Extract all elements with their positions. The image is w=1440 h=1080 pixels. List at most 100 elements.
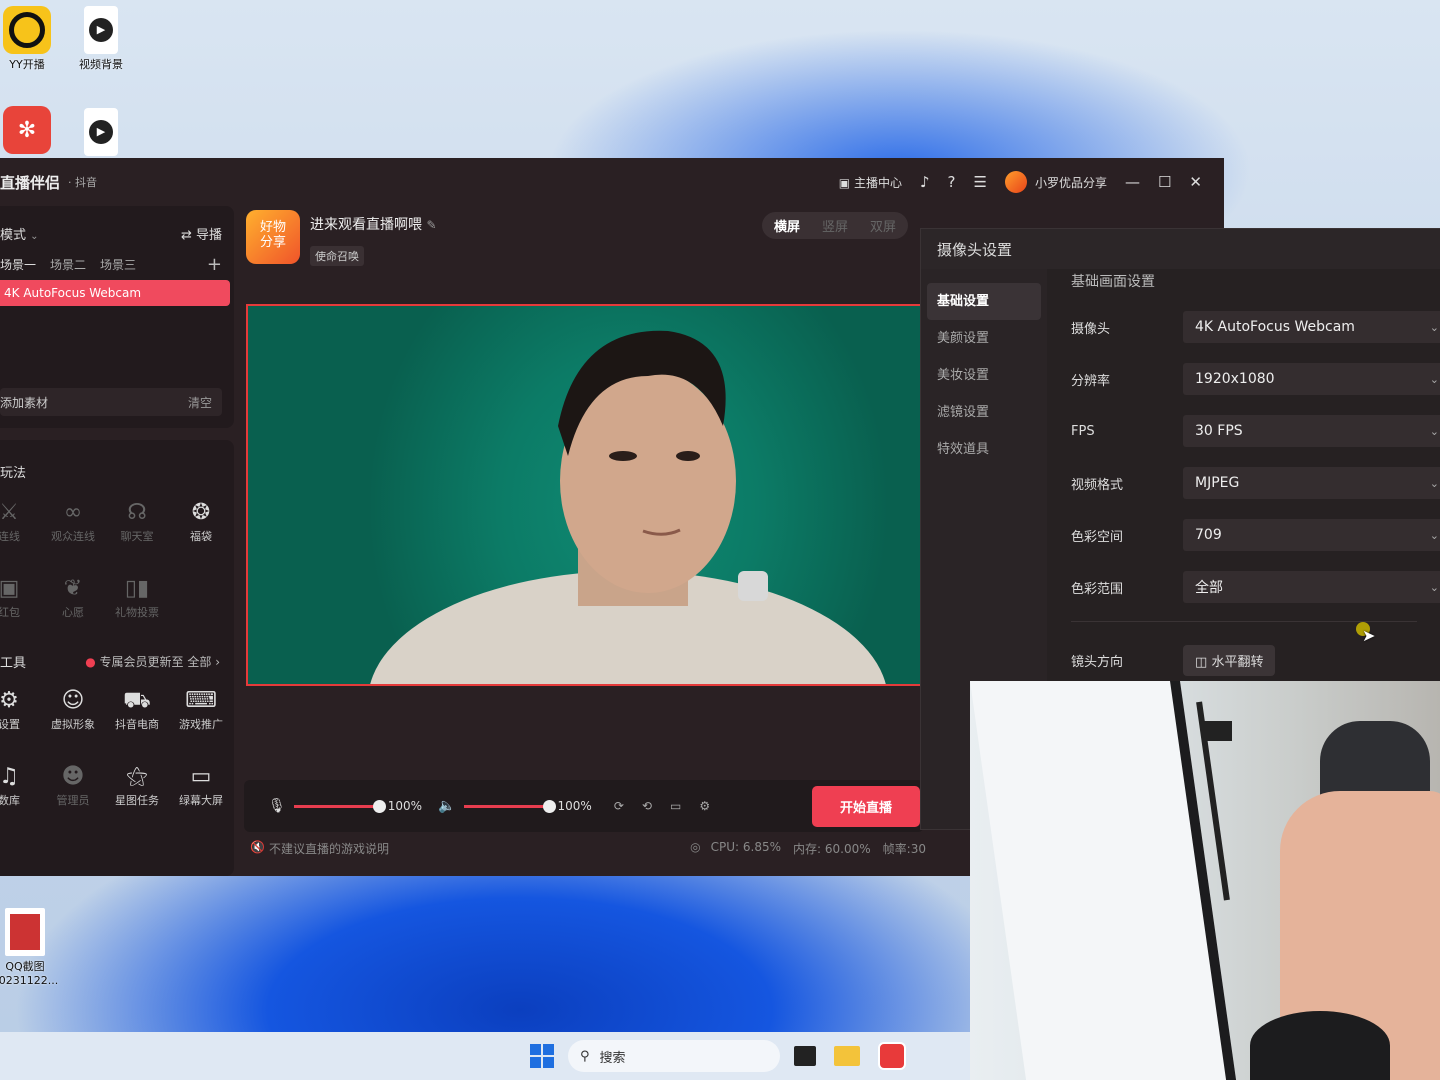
tool-admin[interactable]: ☻ 管理员 [42,762,104,838]
mic-volume-slider[interactable] [293,799,386,813]
camera-select[interactable]: 4K AutoFocus Webcam ⌄ [1183,311,1440,343]
user-profile[interactable]: 小罗优品分享 [1004,171,1107,193]
desktop-icon-yy[interactable]: YY开播 [0,6,62,72]
performance-icon: ◎ [690,840,701,854]
tab-scene-1[interactable]: 场景一 [0,256,36,273]
anchor-center-label: 主播中心 [853,175,902,190]
tool-settings[interactable]: ⚙ 设置 [0,686,40,762]
avatar [1004,171,1027,193]
desktop-icon-video-2[interactable]: ▶ [66,108,136,158]
tab-scene-2[interactable]: 场景二 [50,256,86,273]
taskbar-search[interactable]: ⚲ 搜索 [568,1040,780,1072]
source-item-webcam[interactable]: 4K AutoFocus Webcam [0,280,230,306]
game-note-link[interactable]: 不建议直播的游戏说明 [269,840,389,857]
speaker-icon[interactable]: 🔈 [438,798,455,814]
field-camera: 摄像头 4K AutoFocus Webcam ⌄ [1071,311,1440,343]
color-range-select[interactable]: 全部 ⌄ [1183,571,1440,603]
add-scene-icon[interactable]: + [207,254,222,275]
slider-knob[interactable] [542,799,556,813]
chevron-down-icon: ⌄ [1429,580,1439,594]
search-placeholder: 搜索 [599,1050,626,1066]
video-format-select[interactable]: MJPEG ⌄ [1183,467,1440,499]
field-video-format: 视频格式 MJPEG ⌄ [1071,467,1440,499]
flip-icon: ◫ [1195,654,1208,670]
scene-panel: 模式 ⌄ ⇄ 导播 场景一 场景二 场景三 + 4K AutoFocus Web… [0,206,234,428]
resolution-select[interactable]: 1920x1080 ⌄ [1183,363,1440,395]
chat-icon: ☊ [127,500,147,525]
tool-virtual-avatar[interactable]: ☺ 虚拟形象 [42,686,104,762]
microphone-icon[interactable]: 🎙 [268,798,286,814]
category-tag[interactable]: 使命召唤 [310,246,364,266]
menu-icon[interactable]: ☰ [974,173,987,191]
file-explorer-icon[interactable] [834,1046,860,1066]
tab-portrait[interactable]: 竖屏 [822,216,848,235]
nav-beauty[interactable]: 美颜设置 [921,320,1047,357]
tab-scene-3[interactable]: 场景三 [100,256,136,273]
horizontal-flip-button[interactable]: ◫ 水平翻转 [1183,644,1276,676]
tool-chatroom[interactable]: ☊ 聊天室 [106,498,168,574]
slider-knob[interactable] [372,799,386,813]
nav-makeup[interactable]: 美妆设置 [921,357,1047,394]
anchor-center-link[interactable]: ▣ 主播中心 [839,174,902,191]
rotate-icon[interactable]: ⟲ [642,799,652,813]
director-label: 导播 [195,228,222,243]
mode-selector[interactable]: 模式 ⌄ [0,224,39,243]
tool-lucky-bag[interactable]: ❂ 福袋 [170,498,232,574]
chevron-down-icon: ⌄ [1429,528,1439,542]
field-label: FPS [1071,423,1095,439]
speaker-volume-slider[interactable] [463,799,556,813]
tool-wish[interactable]: ❦ 心愿 [42,574,104,650]
color-space-select[interactable]: 709 ⌄ [1183,519,1440,551]
camera-icon[interactable]: ▭ [670,799,681,813]
app-name: 直播伴侣 [0,173,61,192]
refresh-icon[interactable]: ⟳ [614,799,624,813]
desktop-icon-qq-screenshot[interactable]: QQ截图 20231122... [0,908,60,987]
gamepad-icon: ⌨ [185,688,217,713]
task-view-icon[interactable] [794,1046,816,1066]
desktop-icon-label: QQ截图 20231122... [0,960,59,987]
desktop-icon-label: 视频背景 [79,58,123,71]
add-material-bar[interactable]: 添加素材 清空 [0,388,222,416]
tool-red-packet[interactable]: ▣ 红包 [0,574,40,650]
director-button[interactable]: ⇄ 导播 [181,224,222,243]
tool-star-task[interactable]: ⚝ 星图任务 [106,762,168,838]
member-update-link[interactable]: ● 专属会员更新至 全部 › [85,653,220,670]
stream-title[interactable]: 进来观看直播啊喂 ✎ [310,214,437,234]
camera-preview[interactable] [246,304,922,686]
live-app-taskbar-icon[interactable] [878,1042,906,1070]
fps-select[interactable]: 30 FPS ⌄ [1183,415,1440,447]
tab-dual[interactable]: 双屏 [870,216,896,235]
video-file-icon: ▶ [84,6,118,54]
support-icon[interactable]: ♪ [920,173,930,191]
tool-gift-vote[interactable]: ▯▮ 礼物投票 [106,574,168,650]
nav-basic[interactable]: 基础设置 [927,283,1041,320]
play-tools-grid: ⚔ 连线 ∞ 观众连线 ☊ 聊天室 ❂ 福袋 ▣ 红包 ❦ 心愿 ▯▮ 礼物投票 [0,498,232,650]
left-sidebar: 模式 ⌄ ⇄ 导播 场景一 场景二 场景三 + 4K AutoFocus Web… [0,206,234,876]
mode-label: 模式 [0,228,27,243]
windows-start-icon[interactable] [530,1044,554,1068]
help-icon[interactable]: ? [948,173,956,191]
clear-button[interactable]: 清空 [188,394,212,411]
minimize-icon[interactable]: — [1125,173,1140,191]
edit-icon[interactable]: ✎ [426,218,436,232]
tool-game-promo[interactable]: ⌨ 游戏推广 [170,686,232,762]
tab-landscape[interactable]: 横屏 [774,216,800,235]
tool-pk[interactable]: ⚔ 连线 [0,498,40,574]
tool-green-screen[interactable]: ▭ 绿幕大屏 [170,762,232,838]
tool-audience-link[interactable]: ∞ 观众连线 [42,498,104,574]
tools-grid: ⚙ 设置 ☺ 虚拟形象 ⛟ 抖音电商 ⌨ 游戏推广 ♫ 数库 ☻ 管理员 ⚝ 星图任务 ▭ 绿幕… [0,686,232,838]
nav-filter[interactable]: 滤镜设置 [921,394,1047,431]
channel-logo: 好物 分享 [246,210,300,264]
field-label: 摄像头 [1071,321,1111,337]
window-titlebar: 直播伴侣 · 抖音 ▣ 主播中心 ♪ ? ☰ 小罗优品分享 — ☐ ✕ [0,158,1224,206]
gear-icon[interactable]: ⚙ [699,799,710,813]
nav-effects[interactable]: 特效道具 [921,431,1047,468]
tool-ecommerce[interactable]: ⛟ 抖音电商 [106,686,168,762]
start-live-button[interactable]: 开始直播 [811,785,920,827]
maximize-icon[interactable]: ☐ [1158,173,1171,191]
tool-music[interactable]: ♫ 数库 [0,762,40,838]
close-icon[interactable]: ✕ [1189,173,1202,191]
desktop-icon-video-bg[interactable]: ▶ 视频背景 [66,6,136,72]
field-color-space: 色彩空间 709 ⌄ [1071,519,1440,551]
desktop-icon-live[interactable]: ✻ [0,106,62,156]
